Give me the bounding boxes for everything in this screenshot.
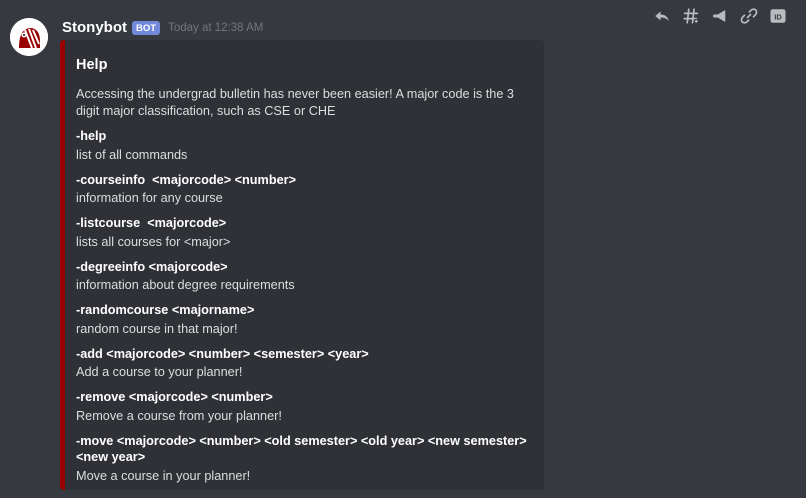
message-action-toolbar: ID [647,0,792,32]
field-name: -help [76,129,107,143]
chat-area: ID Stonybot BOT Today at 12:38 AM Help A… [0,0,806,498]
id-icon: ID [770,9,785,23]
embed-field: -remove <majorcode> <number> Remove a co… [76,389,530,425]
megaphone-icon [712,10,725,22]
timestamp: Today at 12:38 AM [168,21,264,34]
field-value: Add a course to your planner! [76,365,243,379]
avatar[interactable] [10,18,48,56]
help-embed: Help Accessing the undergrad bulletin ha… [60,40,544,490]
embed-field: -add <majorcode> <number> <semester> <ye… [76,346,530,382]
embed-field: -help list of all commands [76,128,530,164]
embed-field: -courseinfo <majorcode> <number> informa… [76,172,530,208]
field-value: list of all commands [76,147,188,162]
embed-field: -degreeinfo <majorcode> information abou… [76,259,530,295]
username[interactable]: Stonybot [62,19,127,36]
reply-button[interactable] [647,2,676,30]
embed-title: Help [76,57,108,73]
field-value: lists all courses for <major> [76,234,231,249]
field-name: -courseinfo <majorcode> <number> [76,172,296,187]
field-name: -move <majorcode> <number> <old semester… [76,433,527,465]
announce-button[interactable] [705,2,734,30]
id-icon-label: ID [774,12,782,21]
field-value: Move a course in your planner! [76,468,251,483]
field-name: -remove <majorcode> <number> [76,390,273,404]
field-value: Remove a course from your planner! [76,408,282,423]
field-name: -listcourse <majorcode> [76,216,227,230]
field-value: information for any course [76,191,223,205]
embed-description: Accessing the undergrad bulletin has nev… [76,87,514,118]
copy-link-button[interactable] [734,2,763,30]
reply-icon [654,11,669,22]
link-icon [740,8,757,24]
bot-badge: BOT [132,20,161,35]
field-name: -degreeinfo <majorcode> [76,259,228,274]
copy-id-button[interactable]: ID [763,2,792,30]
field-name: -randomcourse <majorname> [76,303,255,317]
create-thread-button[interactable] [676,2,705,30]
embed-field: -move <majorcode> <number> <old semester… [76,433,530,485]
field-value: random course in that major! [76,321,238,336]
field-value: information about degree requirements [76,278,295,292]
message-header: Stonybot BOT Today at 12:38 AM [62,19,263,36]
embed-field: -randomcourse <majorname> random course … [76,302,530,338]
field-name: -add <majorcode> <number> <semester> <ye… [76,346,369,361]
hashtag-icon [682,8,699,24]
embed-field: -listcourse <majorcode> lists all course… [76,215,530,251]
